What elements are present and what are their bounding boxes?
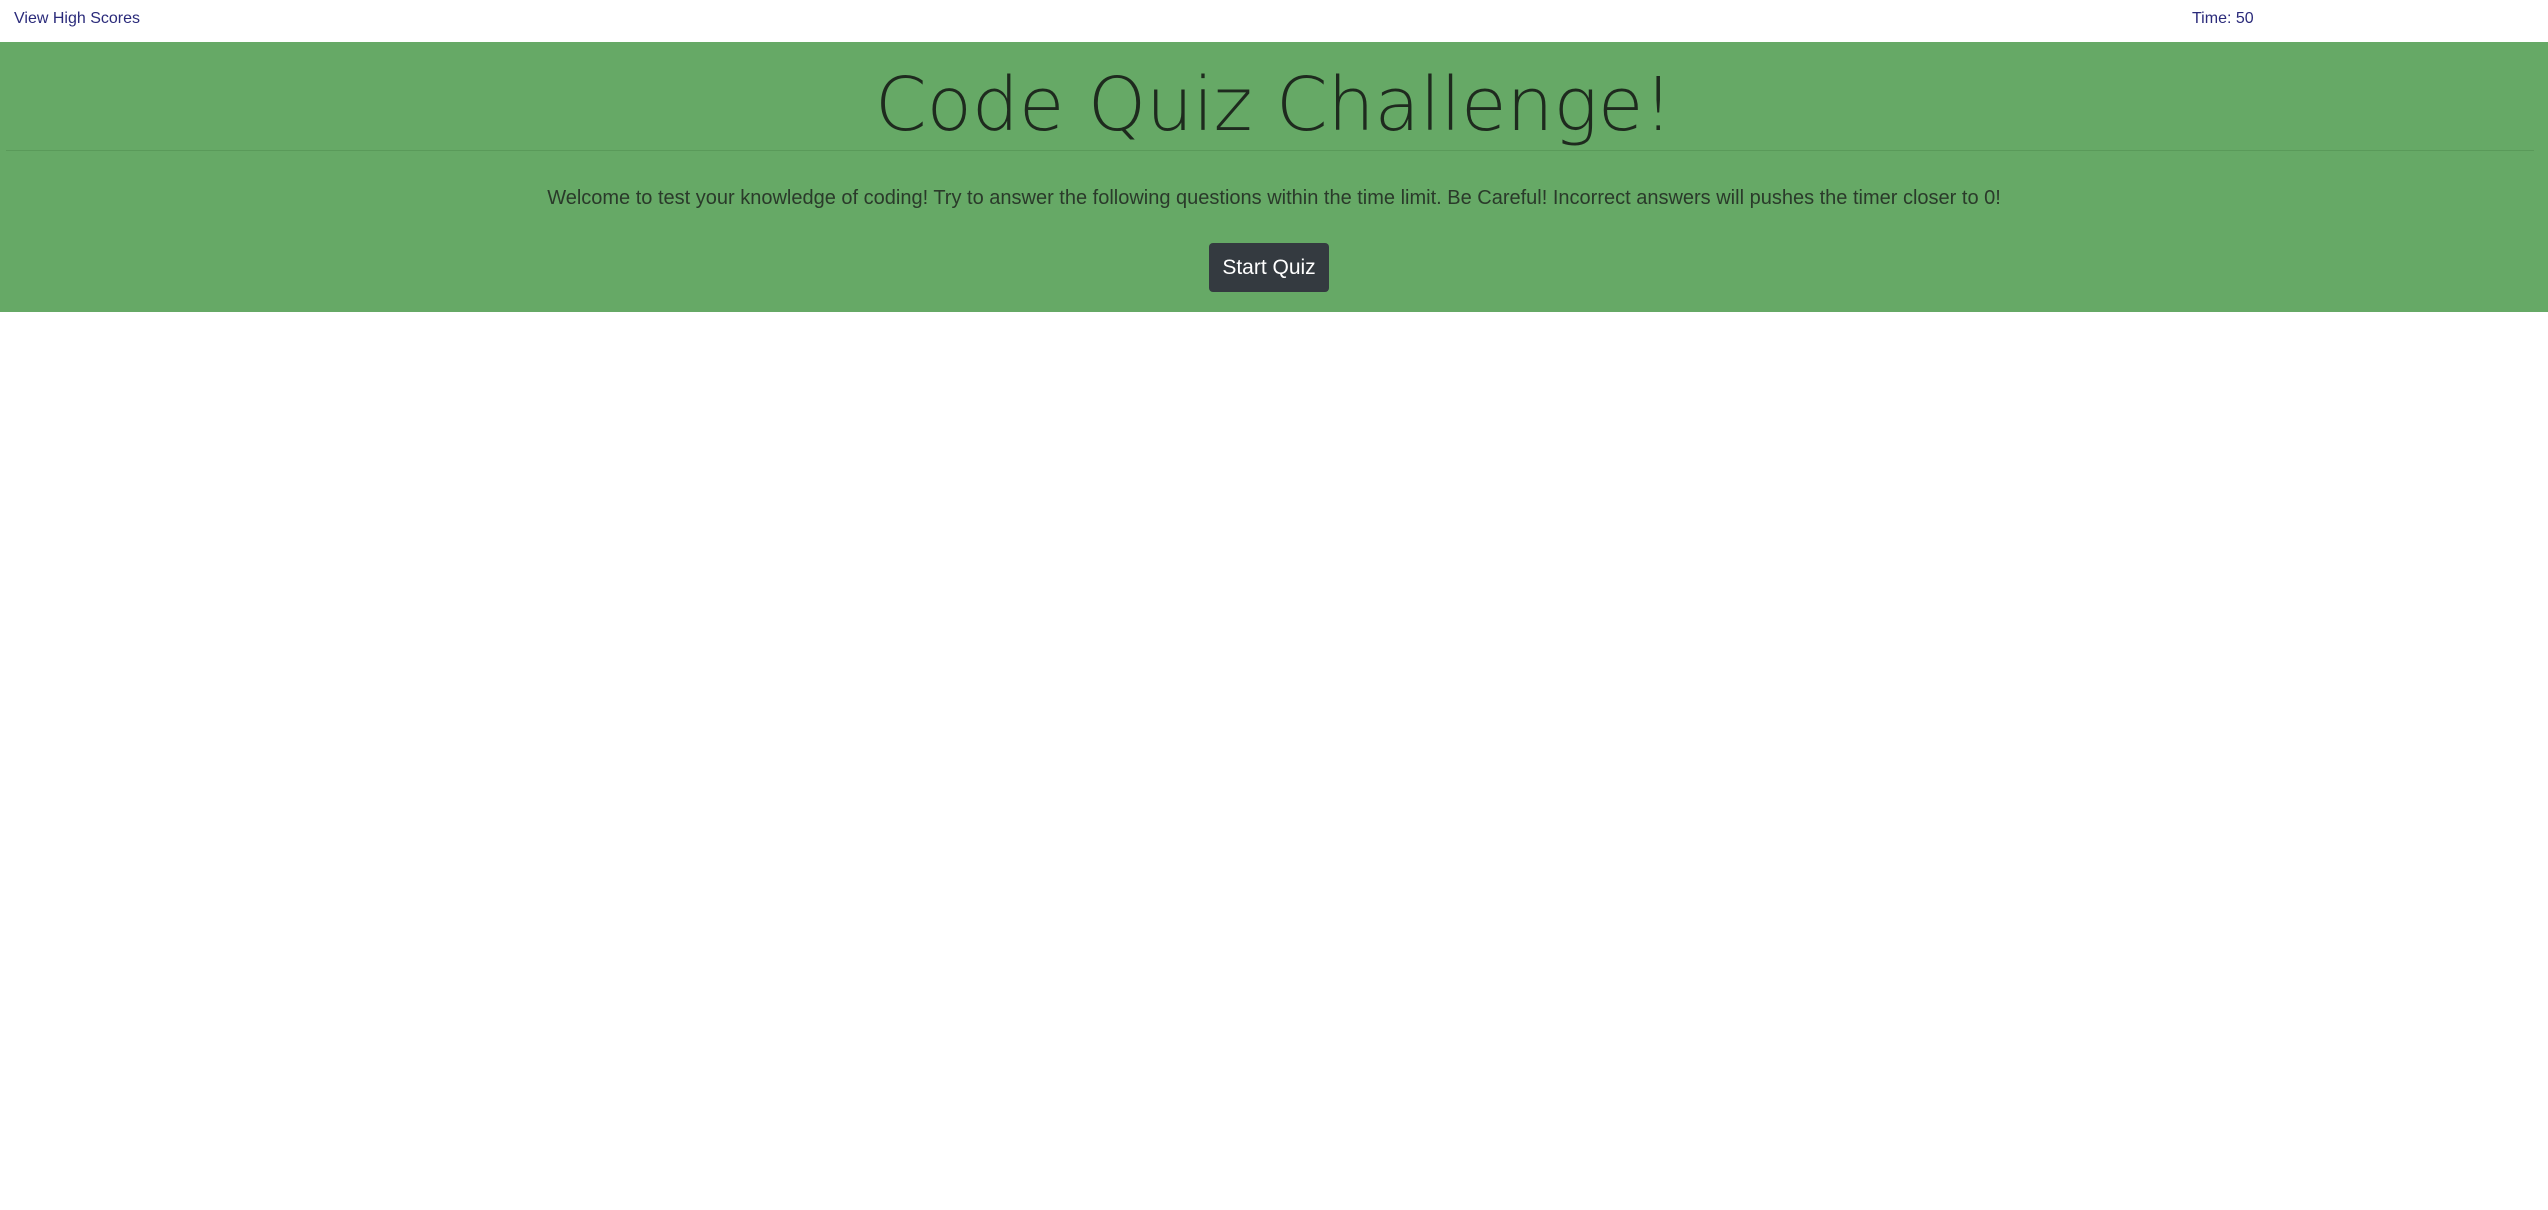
top-bar: View High Scores Time: 50 [0,0,2548,42]
view-high-scores-link[interactable]: View High Scores [14,10,140,28]
start-quiz-button[interactable]: Start Quiz [1209,243,1329,292]
hero-jumbotron: Code Quiz Challenge! Welcome to test you… [0,42,2548,312]
timer-display: Time: 50 [2192,10,2254,27]
page-title: Code Quiz Challenge! [874,62,1674,148]
intro-text: Welcome to test your knowledge of coding… [547,187,2001,209]
divider [6,150,2534,151]
